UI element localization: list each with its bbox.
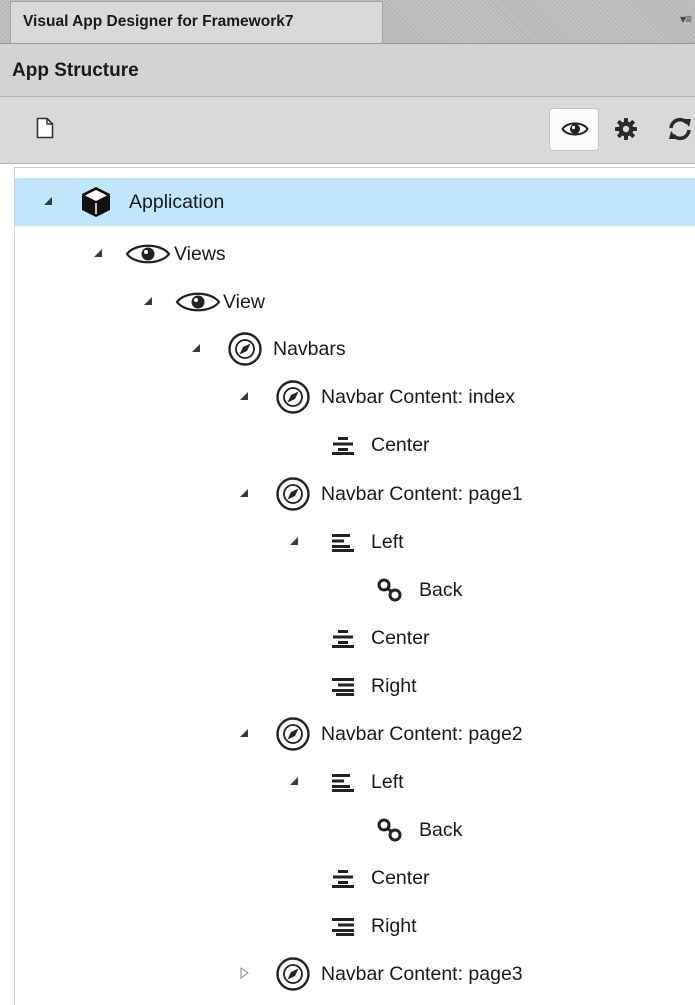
- tree-node-label: Views: [174, 243, 226, 265]
- tree-node-label: Right: [371, 915, 417, 937]
- eye-icon: [561, 122, 589, 136]
- expand-arrow-icon[interactable]: [237, 966, 251, 980]
- compass-icon: [227, 331, 263, 372]
- tree-node[interactable]: Navbar Content: page3: [15, 950, 695, 998]
- collapse-arrow-icon[interactable]: [237, 486, 251, 500]
- align-right-icon: [331, 676, 355, 701]
- tree-node[interactable]: Center: [15, 614, 695, 662]
- eye-icon: [175, 289, 221, 320]
- tree-node-label: Left: [371, 771, 404, 793]
- link-icon: [375, 817, 405, 848]
- panel-title: App Structure: [12, 60, 139, 81]
- tree-node[interactable]: Views: [15, 230, 695, 278]
- tree-node[interactable]: Center: [15, 854, 695, 902]
- refresh-button[interactable]: [667, 117, 693, 146]
- panel-menu-icon[interactable]: ▾≡: [680, 12, 692, 26]
- tree-node-label: Application: [129, 191, 225, 213]
- tree-node-label: Navbar Content: page1: [321, 483, 523, 505]
- collapse-arrow-icon[interactable]: [237, 726, 251, 740]
- tree-node-label: Navbar Content: index: [321, 386, 516, 408]
- tree-node-label: Navbar Content: page3: [321, 963, 523, 985]
- app-structure-panel: Visual App Designer for Framework7 ▾≡ Ap…: [0, 0, 695, 1005]
- cube-icon: [79, 185, 113, 224]
- collapse-arrow-icon[interactable]: [41, 194, 55, 208]
- tree-node-label: Right: [371, 675, 417, 697]
- tree-node[interactable]: Back: [15, 566, 695, 614]
- tree-node[interactable]: [15, 1000, 695, 1005]
- new-document-icon: [36, 117, 54, 139]
- collapse-arrow-icon[interactable]: [287, 534, 301, 548]
- refresh-icon: [669, 117, 691, 141]
- collapse-arrow-icon[interactable]: [189, 341, 203, 355]
- collapse-arrow-icon[interactable]: [141, 294, 155, 308]
- compass-icon: [275, 716, 311, 757]
- tree-node[interactable]: Right: [15, 902, 695, 950]
- tree-node-label: View: [223, 291, 265, 313]
- tree-node-label: Center: [371, 867, 430, 889]
- tree-node[interactable]: Navbar Content: page2: [15, 710, 695, 758]
- compass-icon: [275, 956, 311, 997]
- tree-node[interactable]: Navbar Content: index: [15, 373, 695, 421]
- compass-icon: [275, 379, 311, 420]
- panel-tab[interactable]: Visual App Designer for Framework7: [10, 1, 383, 43]
- tree-node-label: Back: [419, 579, 463, 601]
- collapse-arrow-icon[interactable]: [287, 774, 301, 788]
- align-left-icon: [331, 532, 355, 557]
- tree-node-label: Center: [371, 627, 430, 649]
- tree-node[interactable]: Back: [15, 806, 695, 854]
- tree-node-label: Navbar Content: page2: [321, 723, 523, 745]
- collapse-arrow-icon[interactable]: [237, 389, 251, 403]
- tree-node[interactable]: Center: [15, 421, 695, 469]
- toolbar: [0, 97, 695, 164]
- tree-node[interactable]: Right: [15, 662, 695, 710]
- toggle-visibility-button[interactable]: [549, 108, 599, 151]
- collapse-arrow-icon[interactable]: [91, 246, 105, 260]
- align-center-icon: [331, 435, 355, 460]
- align-center-icon: [331, 868, 355, 893]
- tree-node[interactable]: Left: [15, 518, 695, 566]
- settings-button[interactable]: [614, 117, 638, 146]
- compass-icon: [275, 476, 311, 517]
- tree-node[interactable]: Navbars: [15, 325, 695, 373]
- tree-node[interactable]: Application: [15, 178, 695, 226]
- tree-node-label: Left: [371, 531, 404, 553]
- panel-tab-bar: Visual App Designer for Framework7 ▾≡: [0, 0, 695, 44]
- eye-icon: [125, 241, 171, 272]
- tree-node-label: Navbars: [273, 338, 346, 360]
- panel-header: App Structure: [0, 44, 695, 97]
- align-right-icon: [331, 916, 355, 941]
- tree-node[interactable]: Navbar Content: page1: [15, 470, 695, 518]
- align-left-icon: [331, 772, 355, 797]
- new-document-button[interactable]: [36, 117, 54, 144]
- app-structure-tree: Application Views View Navbars Navbar Conten…: [14, 167, 695, 1005]
- tree-node-label: Center: [371, 434, 430, 456]
- link-icon: [375, 577, 405, 608]
- tree-node[interactable]: Left: [15, 758, 695, 806]
- gear-icon: [615, 118, 637, 140]
- tree-node[interactable]: View: [15, 278, 695, 326]
- tree-node-label: Back: [419, 819, 463, 841]
- align-center-icon: [331, 628, 355, 653]
